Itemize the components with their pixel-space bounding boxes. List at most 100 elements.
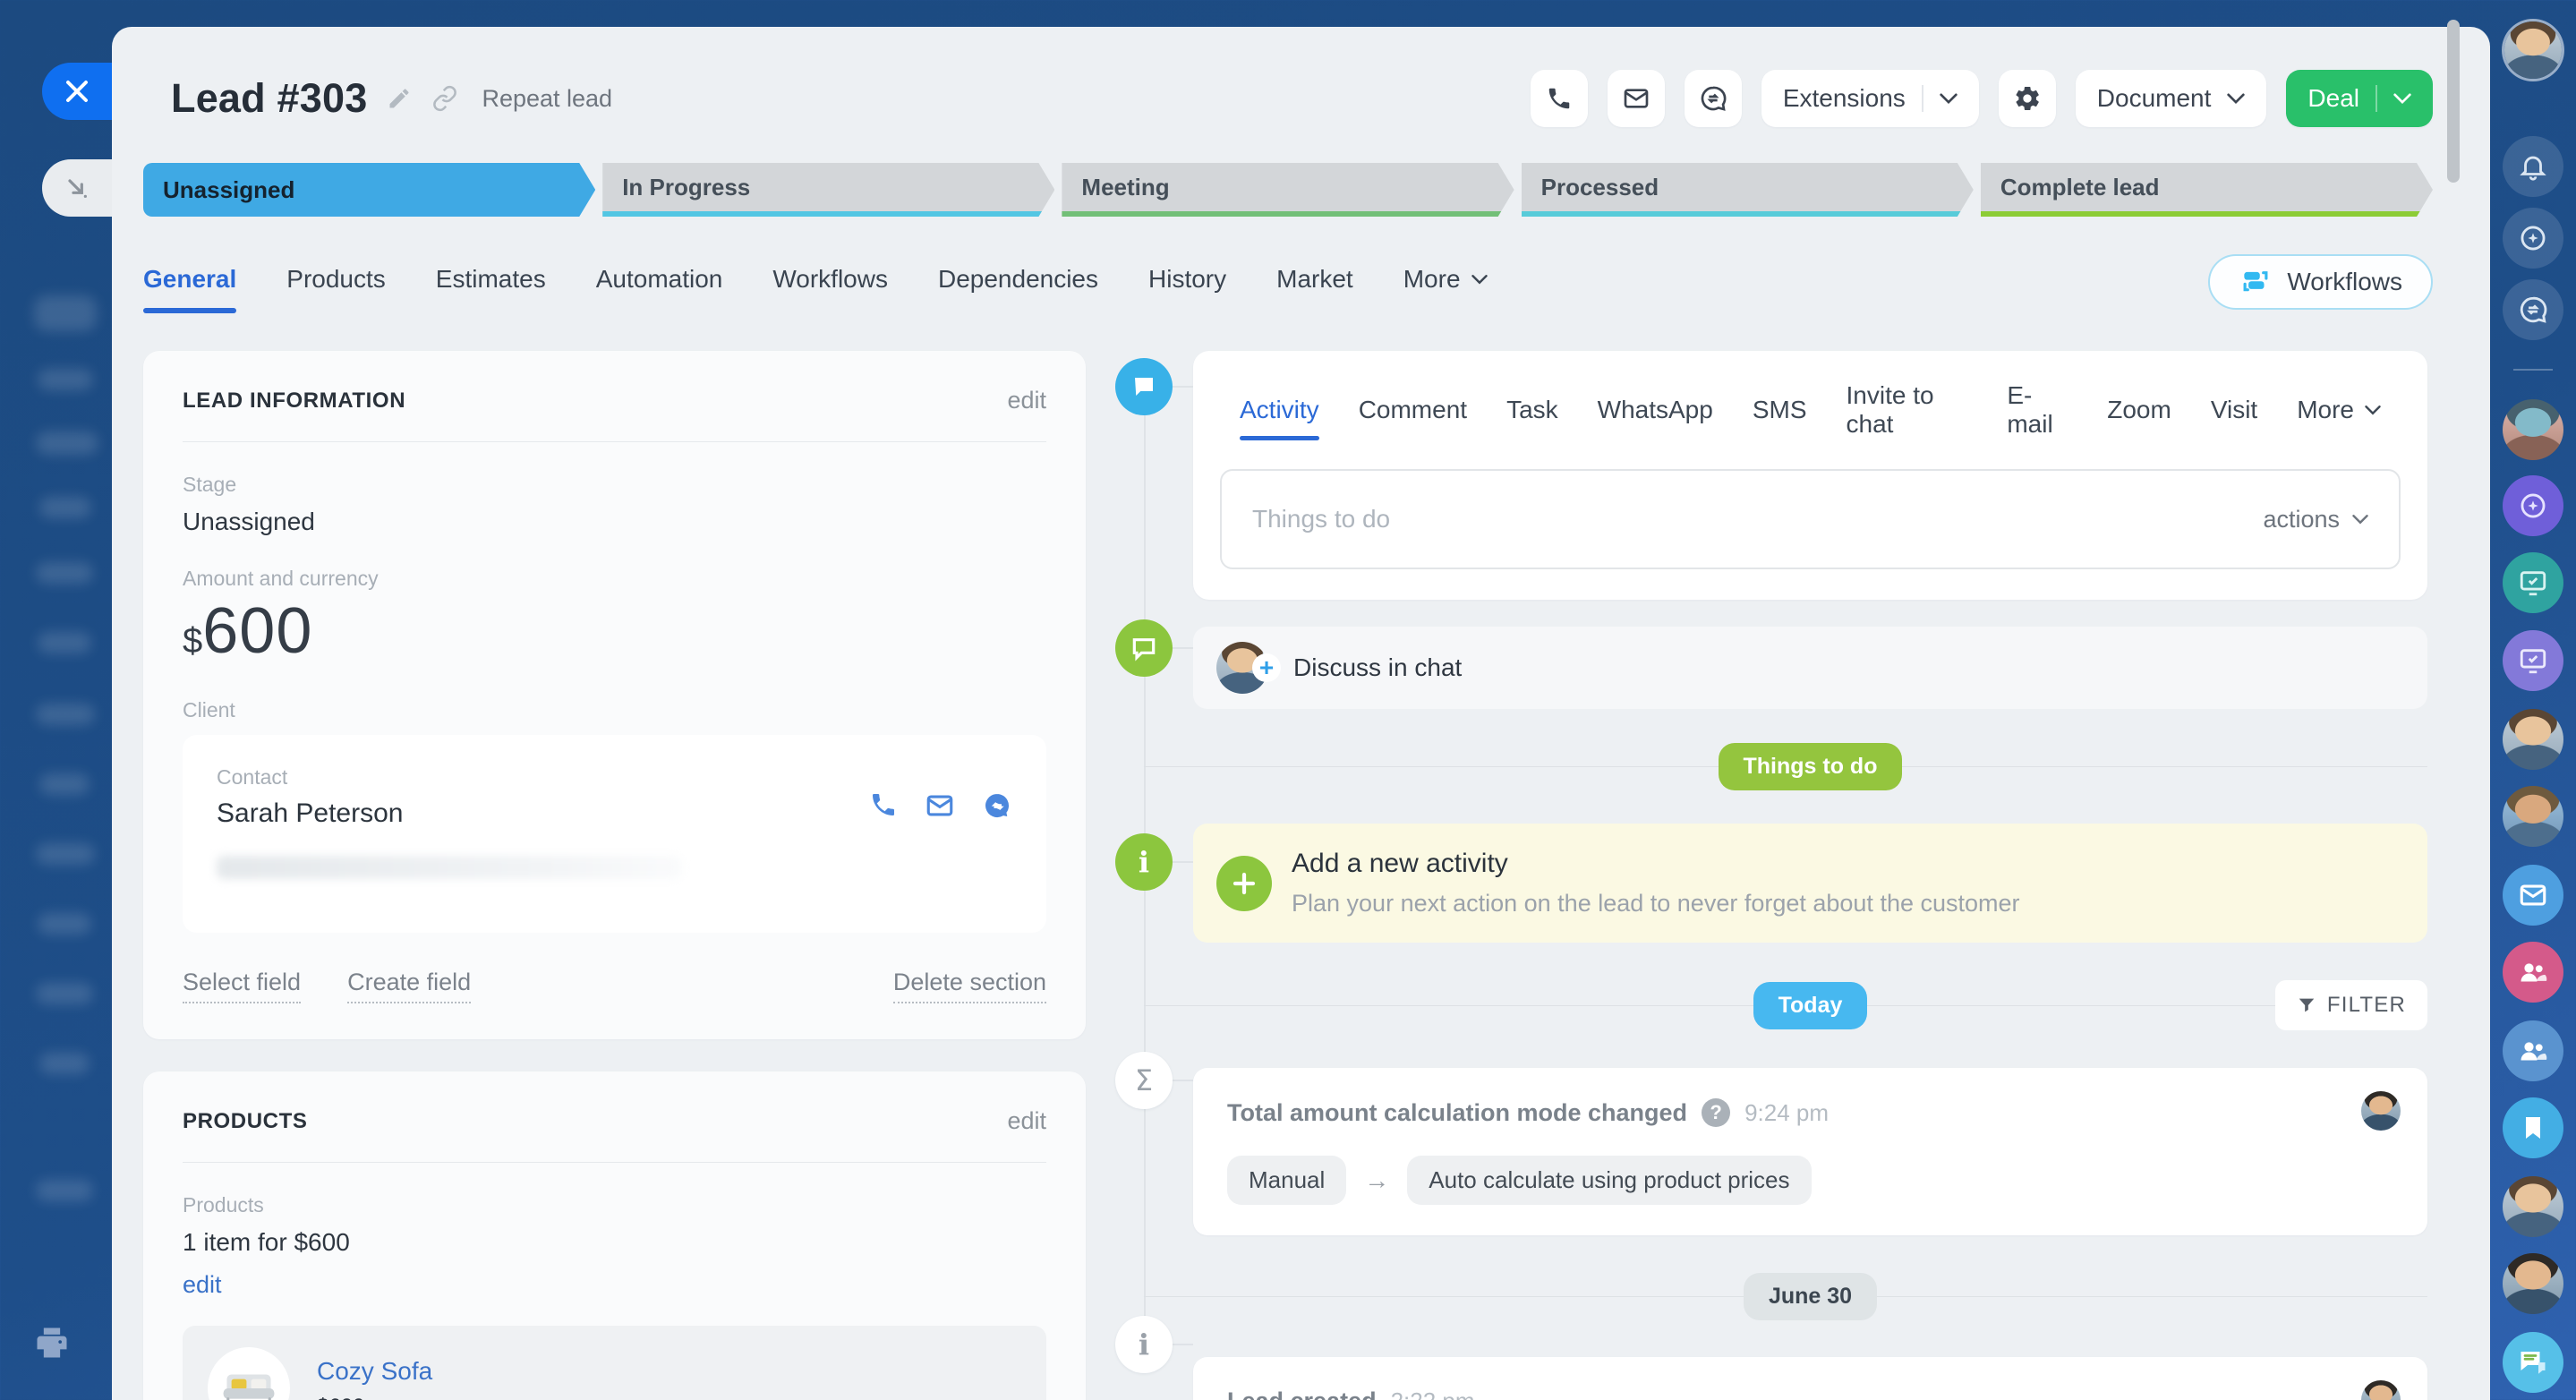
feed-tab-task[interactable]: Task	[1506, 396, 1558, 440]
edit-products-link[interactable]: edit	[183, 1271, 222, 1299]
collapse-arrow-icon	[63, 174, 91, 202]
filter-button[interactable]: FILTER	[2275, 980, 2427, 1030]
things-to-do-pill[interactable]: Things to do	[1719, 743, 1903, 790]
sidebar-blur-item	[36, 1180, 93, 1201]
feed-tab-email[interactable]: E-mail	[2007, 381, 2068, 455]
stage-label: Processed	[1541, 174, 1659, 201]
contact-label: Contact	[217, 765, 1012, 790]
feed-tab-sms[interactable]: SMS	[1753, 396, 1807, 440]
scrollbar-thumb[interactable]	[2447, 20, 2460, 183]
tab-automation[interactable]: Automation	[596, 265, 723, 299]
tab-general[interactable]: General	[143, 265, 236, 299]
help-icon[interactable]: ?	[1702, 1098, 1730, 1127]
settings-button[interactable]	[1999, 70, 2056, 127]
feed-tab-more[interactable]: More	[2297, 396, 2381, 440]
copy-link-icon[interactable]	[431, 85, 458, 112]
tab-more[interactable]: More	[1403, 265, 1488, 299]
lead-modal: Lead #303 Repeat lead Extensions	[112, 27, 2490, 1400]
tab-history[interactable]: History	[1148, 265, 1226, 299]
funnel-icon	[2297, 995, 2316, 1015]
ai-bot-button[interactable]	[2503, 475, 2563, 536]
sidebar-blur-item	[34, 295, 97, 331]
product-name-link[interactable]: Cozy Sofa	[317, 1357, 432, 1386]
add-activity-card[interactable]: Add a new activity Plan your next action…	[1193, 824, 2427, 943]
feed-tab-invite-to-chat[interactable]: Invite to chat	[1847, 381, 1968, 455]
products-card: PRODUCTS edit Products 1 item for $600 e…	[143, 1071, 1086, 1400]
discuss-in-chat-row[interactable]: + Discuss in chat	[1193, 627, 2427, 709]
document-button[interactable]: Document	[2076, 70, 2267, 127]
contacts-blue-button[interactable]	[2503, 1020, 2563, 1081]
sidebar-blur-item	[36, 843, 95, 865]
user-avatar[interactable]	[2504, 21, 2562, 79]
feed-tab-activity[interactable]: Activity	[1240, 396, 1319, 440]
mail-icon	[2518, 880, 2548, 910]
deal-button[interactable]: Deal	[2286, 70, 2433, 127]
sidebar-blur-item	[36, 562, 93, 584]
people-icon	[2517, 1035, 2549, 1067]
amount-value[interactable]: $600	[183, 594, 1046, 668]
feed-tab-comment[interactable]: Comment	[1359, 396, 1467, 440]
add-participant-icon[interactable]: +	[1252, 653, 1281, 682]
product-row[interactable]: Cozy Sofa $600	[183, 1326, 1046, 1400]
email-button[interactable]	[1608, 70, 1665, 127]
chat-widget-button[interactable]	[2503, 1332, 2563, 1393]
edit-section-link[interactable]: edit	[1007, 387, 1046, 414]
feed-event-lead-created: Lead created 2:22 pm Lead #303 Source: C…	[1193, 1357, 2427, 1400]
notifications-button[interactable]	[2503, 136, 2563, 197]
messenger-button[interactable]	[2503, 279, 2563, 340]
workflows-button[interactable]: Workflows	[2208, 254, 2433, 310]
stage-label: Unassigned	[163, 176, 294, 204]
teammate-avatar[interactable]	[2503, 1176, 2563, 1237]
tab-estimates[interactable]: Estimates	[436, 265, 546, 299]
close-lead-button[interactable]	[42, 63, 112, 120]
chat-sync-icon	[1699, 84, 1727, 113]
create-field-link[interactable]: Create field	[347, 969, 471, 1003]
add-activity-subtitle: Plan your next action on the lead to nev…	[1292, 890, 2397, 918]
stage-in-progress[interactable]: In Progress	[602, 163, 1054, 217]
composer-actions-button[interactable]: actions	[2263, 506, 2368, 534]
today-pill[interactable]: Today	[1753, 982, 1868, 1029]
product-image	[208, 1347, 290, 1400]
date-separator: June 30	[1193, 1271, 2427, 1321]
stage-meeting[interactable]: Meeting	[1062, 163, 1514, 217]
stage-complete-lead[interactable]: Complete lead	[1981, 163, 2433, 217]
bookmark-button[interactable]	[2503, 1097, 2563, 1158]
feed-tab-zoom[interactable]: Zoom	[2107, 396, 2171, 440]
contact-chat-icon[interactable]	[982, 790, 1012, 821]
task-board2-button[interactable]	[2503, 630, 2563, 691]
contact-call-icon[interactable]	[869, 790, 898, 821]
extensions-button[interactable]: Extensions	[1761, 70, 1979, 127]
teammate-avatar[interactable]	[2503, 1253, 2563, 1314]
call-button[interactable]	[1531, 70, 1588, 127]
teammate-avatar[interactable]	[2503, 786, 2563, 847]
date-pill[interactable]: June 30	[1744, 1273, 1877, 1320]
contact-card[interactable]: Contact Sarah Peterson	[183, 735, 1046, 933]
delete-section-link[interactable]: Delete section	[893, 969, 1046, 1003]
tab-market[interactable]: Market	[1276, 265, 1353, 299]
tab-workflows[interactable]: Workflows	[772, 265, 888, 299]
feed-column: i Σ i Activity Comment Task WhatsApp SMS…	[1193, 351, 2427, 1400]
edit-section-link[interactable]: edit	[1007, 1107, 1046, 1135]
stage-processed[interactable]: Processed	[1522, 163, 1974, 217]
collapse-lead-button[interactable]	[42, 159, 112, 217]
tab-products[interactable]: Products	[286, 265, 386, 299]
tab-dependencies[interactable]: Dependencies	[938, 265, 1098, 299]
stage-field-value[interactable]: Unassigned	[183, 508, 1046, 536]
edit-title-icon[interactable]	[387, 86, 412, 111]
chat-button[interactable]	[1685, 70, 1742, 127]
feed-tab-whatsapp[interactable]: WhatsApp	[1598, 396, 1713, 440]
select-field-link[interactable]: Select field	[183, 969, 301, 1003]
group-avatar[interactable]	[2503, 709, 2563, 770]
task-board-button[interactable]	[2503, 552, 2563, 613]
todo-composer-input[interactable]: Things to do actions	[1220, 469, 2401, 569]
sidebar-blur-item	[36, 983, 93, 1004]
contact-mail-icon[interactable]	[925, 790, 955, 821]
feed-tab-visit[interactable]: Visit	[2211, 396, 2257, 440]
mail-channel-button[interactable]	[2503, 865, 2563, 926]
stage-field-label: Stage	[183, 473, 1046, 497]
stage-unassigned[interactable]: Unassigned	[143, 163, 595, 217]
contacts-pink-button[interactable]	[2503, 942, 2563, 1003]
teammate-avatar[interactable]	[2503, 399, 2563, 460]
ai-assistant-button[interactable]	[2503, 208, 2563, 269]
print-icon[interactable]	[32, 1323, 72, 1362]
